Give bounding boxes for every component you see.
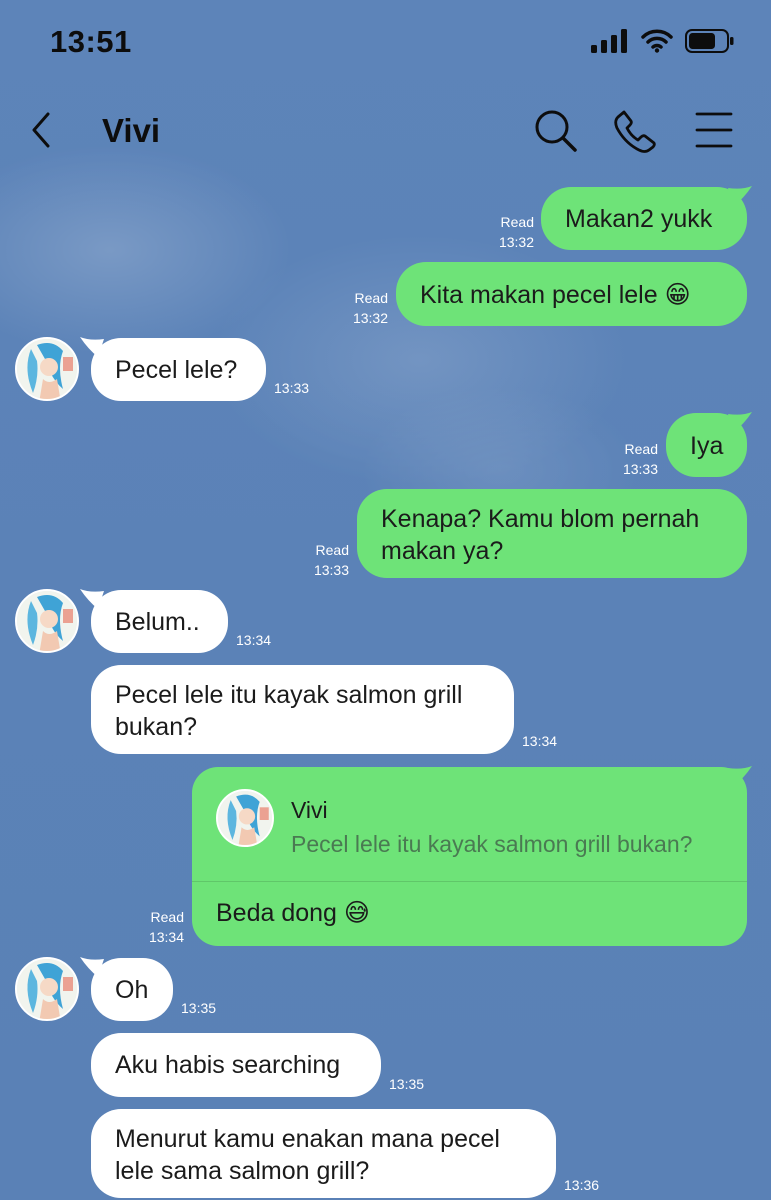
message-bubble[interactable]: Kita makan pecel lele 😁 — [396, 262, 747, 326]
avatar[interactable] — [15, 337, 79, 401]
message-time: 13:35 — [181, 1000, 217, 1016]
message-meta: Read 13:32 — [480, 212, 534, 252]
message-time: 13:36 — [564, 1177, 600, 1193]
message-bubble[interactable]: Iya — [666, 413, 747, 477]
message-text: Makan2 yukk — [565, 205, 713, 233]
message-meta: Read 13:33 — [604, 439, 658, 479]
read-status: Read — [315, 542, 349, 558]
signal-icon — [591, 29, 627, 53]
message-text-line-1: Kenapa? Kamu blom pernah — [381, 505, 700, 533]
message-bubble[interactable]: Menurut kamu enakan mana pecel lele sama… — [91, 1109, 556, 1198]
read-status: Read — [624, 441, 658, 457]
message-bubble[interactable]: Aku habis searching — [91, 1033, 381, 1097]
message-text: Iya — [690, 432, 724, 460]
message-time: 13:35 — [389, 1076, 425, 1092]
message-bubble[interactable]: Pecel lele? — [91, 338, 266, 401]
quoted-text: Pecel lele itu kayak salmon grill bukan? — [291, 831, 693, 857]
message-text: Kita makan pecel lele 😁 — [420, 281, 691, 309]
message-text: Beda dong 😅 — [216, 899, 370, 927]
message-text-line-2: bukan? — [115, 713, 198, 741]
avatar[interactable] — [15, 589, 79, 653]
status-icons — [591, 28, 735, 54]
back-icon[interactable] — [26, 110, 56, 150]
read-status: Read — [500, 214, 534, 230]
message-meta: Read 13:33 — [295, 540, 349, 580]
message-bubble[interactable]: Pecel lele itu kayak salmon grill bukan? — [91, 665, 514, 754]
quoted-avatar — [216, 789, 274, 847]
message-bubble[interactable]: Oh — [91, 958, 173, 1021]
wifi-icon — [641, 29, 673, 53]
read-status: Read — [150, 909, 184, 925]
message-time: 13:32 — [498, 234, 534, 250]
message-time: 13:32 — [352, 310, 388, 326]
message-text-line-2: lele sama salmon grill? — [115, 1157, 370, 1185]
message-text: Oh — [115, 976, 149, 1004]
reply-divider — [192, 881, 747, 882]
read-status: Read — [354, 290, 388, 306]
message-time: 13:33 — [622, 461, 658, 477]
avatar-image — [218, 791, 272, 845]
quoted-sender: Vivi — [291, 797, 328, 823]
message-bubble[interactable]: Makan2 yukk — [541, 187, 747, 250]
message-text: Pecel lele? — [115, 356, 238, 384]
call-icon[interactable] — [612, 108, 658, 154]
message-text: Aku habis searching — [115, 1051, 341, 1079]
search-icon[interactable] — [533, 108, 579, 154]
chat-title[interactable]: Vivi — [102, 112, 160, 150]
battery-icon — [685, 29, 734, 53]
message-meta: Read 13:34 — [130, 907, 184, 947]
message-text-line-1: Pecel lele itu kayak salmon grill — [115, 681, 463, 709]
message-bubble[interactable]: Vivi Pecel lele itu kayak salmon grill b… — [192, 767, 747, 946]
status-time: 13:51 — [50, 24, 132, 59]
avatar[interactable] — [15, 957, 79, 1021]
message-text: Belum.. — [115, 608, 200, 636]
message-bubble[interactable]: Belum.. — [91, 590, 228, 653]
message-time: 13:34 — [148, 929, 184, 945]
message-time: 13:33 — [274, 380, 310, 396]
message-time: 13:34 — [522, 733, 558, 749]
message-text-line-1: Menurut kamu enakan mana pecel — [115, 1125, 500, 1153]
message-bubble[interactable]: Kenapa? Kamu blom pernah makan ya? — [357, 489, 747, 578]
chat-header: Vivi — [0, 86, 771, 176]
status-bar: 13:51 — [0, 0, 771, 86]
menu-icon[interactable] — [694, 110, 734, 150]
message-time: 13:34 — [236, 632, 272, 648]
message-meta: Read 13:32 — [334, 288, 388, 328]
message-time: 13:33 — [313, 562, 349, 578]
message-text-line-2: makan ya? — [381, 537, 504, 565]
